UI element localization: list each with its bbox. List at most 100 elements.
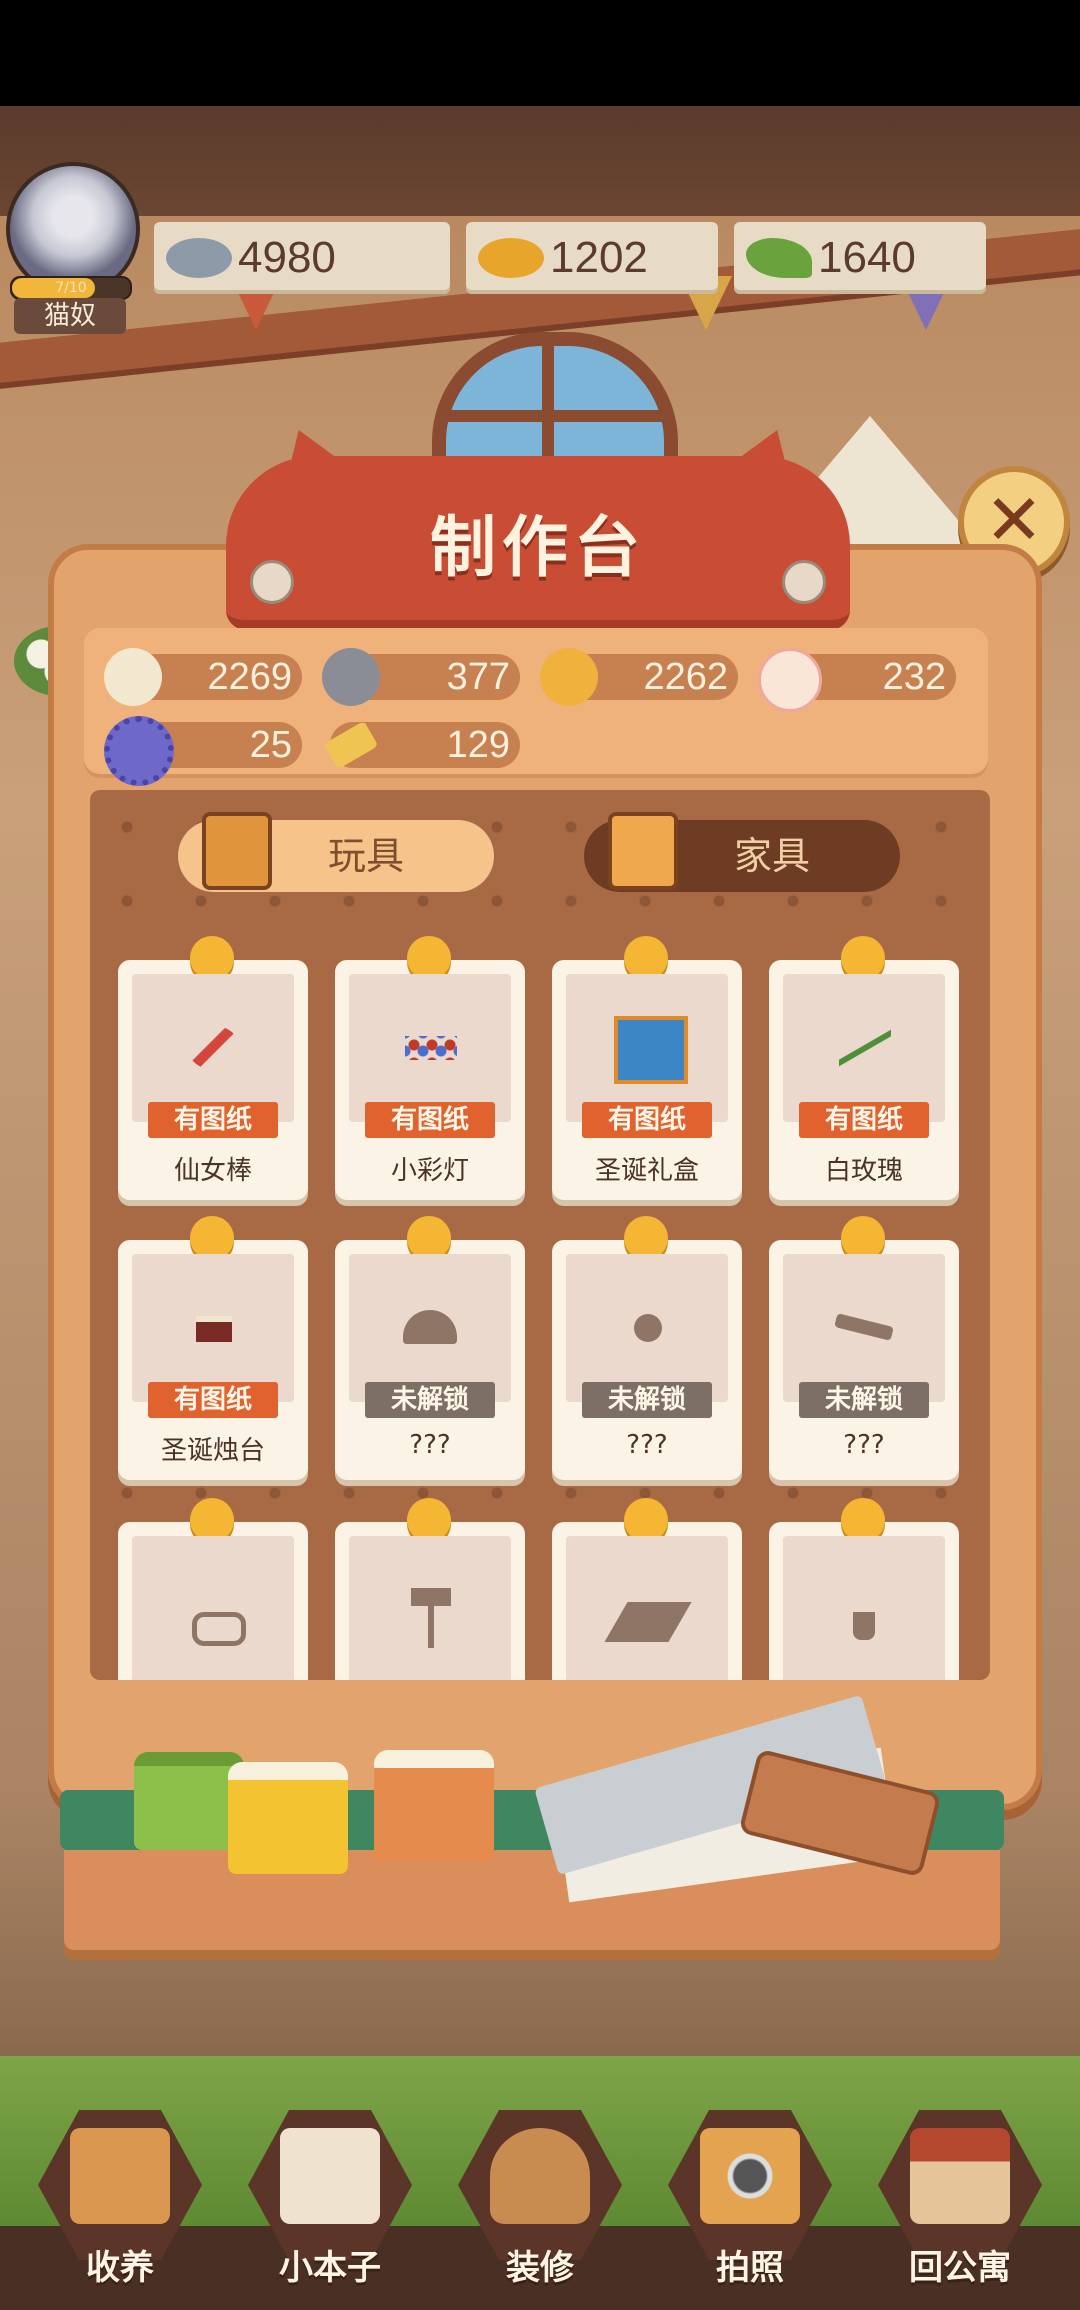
item-name: 圣诞烛台 (160, 1436, 265, 1466)
tab-toys[interactable]: 玩具 (178, 812, 494, 892)
material-value: 377 (446, 656, 510, 698)
resource-pill-grass[interactable]: 1640 (734, 222, 986, 294)
material-value: 25 (249, 724, 292, 766)
nav-notebook[interactable]: 小本子 (240, 2110, 420, 2300)
material-gold-bar: 129 (323, 720, 520, 770)
nav-label: 小本子 (279, 2248, 381, 2288)
locked-item-icon (403, 1310, 457, 1344)
level-text: 7/10 (55, 280, 87, 296)
blueprint-badge: 有图纸 (582, 1102, 712, 1138)
locked-badge: 未解锁 (799, 1382, 929, 1418)
snorkel-icon (192, 1612, 246, 1646)
candle-holder-icon (196, 1316, 232, 1342)
resource-pill-gold-fish[interactable]: 1202 (466, 222, 718, 294)
white-rose-icon (839, 1026, 891, 1070)
gray-stone-icon (322, 648, 380, 706)
tab-label: 玩具 (328, 834, 405, 878)
resource-value: 1640 (818, 233, 916, 282)
camera-icon (700, 2128, 800, 2224)
item-name: 白玫瑰 (824, 1156, 903, 1186)
nav-label: 收养 (86, 2248, 154, 2288)
nav-apartment[interactable]: 回公寓 (870, 2110, 1050, 2300)
bottom-nav: 收养 小本子 装修 拍照 回公寓 (0, 2090, 1080, 2310)
cabinet-icon (608, 812, 678, 890)
nav-label: 回公寓 (909, 2248, 1011, 2288)
status-bar (0, 0, 1080, 106)
item-card[interactable]: 未解锁 ??? (335, 1216, 525, 1480)
nav-label: 装修 (506, 2248, 574, 2288)
item-name: 仙女棒 (173, 1156, 252, 1186)
player-title: 猫奴 (14, 298, 126, 334)
gift-box-icon (614, 1016, 688, 1084)
material-value: 2269 (207, 656, 292, 698)
item-card[interactable]: 未解锁 ??? (769, 1216, 959, 1480)
item-card[interactable]: 有图纸 小彩灯 (335, 936, 525, 1200)
material-value: 232 (882, 656, 946, 698)
material-gear: 25 (104, 716, 302, 786)
locked-item-icon (834, 1313, 894, 1341)
material-value: 129 (446, 724, 510, 766)
decorate-bucket-icon (490, 2128, 590, 2224)
item-card[interactable]: 有图纸 圣诞礼盒 (552, 936, 742, 1200)
beach-chair-icon (604, 1602, 692, 1642)
item-name: 小彩灯 (390, 1156, 469, 1186)
nav-photo[interactable]: 拍照 (660, 2110, 840, 2300)
blueprint-badge: 有图纸 (799, 1102, 929, 1138)
fairy-wand-icon (188, 1026, 240, 1070)
item-card[interactable]: 有图纸 白玫瑰 (769, 936, 959, 1200)
material-paw: 232 (758, 648, 956, 712)
item-card[interactable] (769, 1498, 959, 1680)
item-card[interactable]: 有图纸 仙女棒 (118, 936, 308, 1200)
drink-icon (853, 1612, 875, 1640)
green-grass-icon (746, 238, 812, 278)
resource-value: 4980 (238, 233, 336, 282)
stool-icon (202, 812, 272, 890)
material-gray-stone: 377 (322, 648, 520, 706)
tab-furniture[interactable]: 家具 (584, 812, 900, 892)
notebook-icon (280, 2128, 380, 2224)
item-grid: 有图纸 仙女棒 有图纸 小彩灯 有图纸 圣诞礼盒 有图纸 白玫瑰 有图纸 圣诞烛… (90, 930, 990, 1680)
gold-ball-icon (540, 648, 598, 706)
gold-fish-icon (478, 238, 544, 278)
material-value: 2262 (643, 656, 728, 698)
blueprint-badge: 有图纸 (148, 1382, 278, 1418)
gear-icon (104, 716, 174, 786)
locked-badge: 未解锁 (582, 1382, 712, 1418)
gold-bar-icon (323, 720, 379, 770)
material-gold-ball: 2262 (540, 648, 738, 706)
white-ball-icon (104, 648, 162, 706)
item-card[interactable] (552, 1498, 742, 1680)
palm-tree-icon (411, 1588, 451, 1648)
item-name: 圣诞礼盒 (594, 1156, 699, 1186)
item-card[interactable]: 未解锁 ??? (552, 1216, 742, 1480)
nav-adopt[interactable]: 收养 (30, 2110, 210, 2300)
tab-label: 家具 (734, 834, 811, 878)
item-card[interactable] (118, 1498, 308, 1680)
yellow-paint-jar (228, 1762, 348, 1874)
locked-badge: 未解锁 (365, 1382, 495, 1418)
item-card[interactable]: 有图纸 圣诞烛台 (118, 1216, 308, 1480)
item-name: ??? (843, 1430, 885, 1460)
adopt-box-icon (70, 2128, 170, 2224)
nav-label: 拍照 (716, 2248, 784, 2288)
nav-decorate[interactable]: 装修 (450, 2110, 630, 2300)
locked-item-icon (634, 1314, 662, 1342)
panel-title: 制作台 (430, 509, 646, 586)
orange-paint-jar (374, 1750, 494, 1862)
item-card[interactable] (335, 1498, 525, 1680)
apartment-icon (910, 2128, 1010, 2224)
blueprint-badge: 有图纸 (148, 1102, 278, 1138)
resource-pill-fish[interactable]: 4980 (154, 222, 450, 294)
item-name: ??? (626, 1430, 668, 1460)
blueprint-badge: 有图纸 (365, 1102, 495, 1138)
string-lights-icon (405, 1036, 457, 1060)
material-white-ball: 2269 (104, 648, 302, 706)
gray-fish-icon (166, 238, 232, 278)
title-banner: 制作台 (226, 456, 850, 630)
item-name: ??? (409, 1430, 451, 1460)
level-bar: 7/10 (10, 276, 132, 300)
items-board: 玩具 家具 有图纸 仙女棒 有图纸 小彩灯 有图纸 圣诞礼盒 有图纸 白玫瑰 有… (90, 790, 990, 1680)
workbench-front (64, 1850, 1000, 1960)
materials-bar: 2269 377 2262 232 25 129 (84, 628, 988, 786)
resource-value: 1202 (550, 233, 648, 282)
